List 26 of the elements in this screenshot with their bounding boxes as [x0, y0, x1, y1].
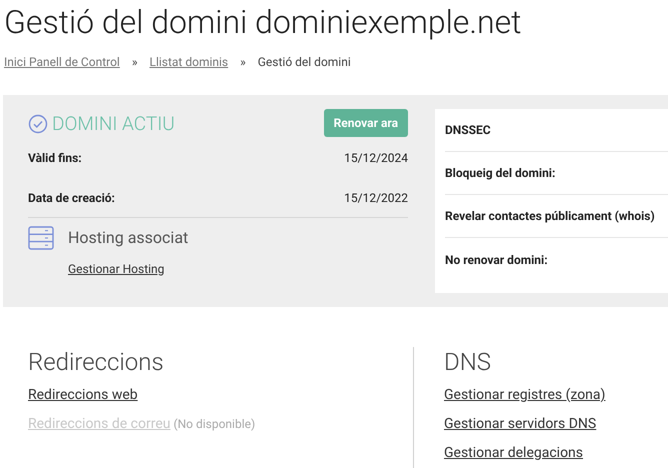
section-title: Redireccions: [28, 347, 164, 377]
setting-label: DNSSEC: [445, 122, 491, 139]
date-value: 15/12/2024: [344, 150, 408, 166]
unavailable-note: (No disponible): [173, 416, 256, 433]
manage-hosting-link[interactable]: Gestionar Hosting: [68, 260, 164, 278]
section-link[interactable]: Gestionar delegacions: [444, 443, 584, 464]
breadcrumb-text: Gestió del domini: [258, 54, 351, 71]
check-circle-icon: [28, 114, 48, 134]
hosting-title: Hosting associat: [68, 226, 188, 248]
section-title: DNS: [444, 347, 492, 377]
status-label: DOMINI ACTIU: [52, 111, 175, 137]
date-value: 15/12/2022: [344, 190, 408, 206]
section-link[interactable]: Gestionar servidors DNS: [444, 414, 596, 435]
section-link[interactable]: Redireccions web: [28, 385, 138, 406]
page-title: Gestió del domini dominiexemple.net: [3, 2, 522, 42]
section-link[interactable]: Gestionar registres (zona): [444, 385, 606, 406]
setting-label: Bloqueig del domini:: [445, 165, 556, 182]
breadcrumb-link[interactable]: Inici Panell de Control: [4, 53, 120, 71]
breadcrumb-text: »: [132, 54, 138, 71]
server-icon: [28, 226, 54, 250]
setting-label: No renovar domini:: [445, 252, 548, 268]
setting-label: Revelar contactes públicament (whois): [445, 208, 655, 225]
breadcrumb-text: »: [240, 54, 246, 71]
date-label: Data de creació:: [28, 190, 115, 206]
breadcrumb-link[interactable]: Llistat dominis: [149, 53, 228, 71]
date-label: Vàlid fins:: [28, 150, 82, 166]
